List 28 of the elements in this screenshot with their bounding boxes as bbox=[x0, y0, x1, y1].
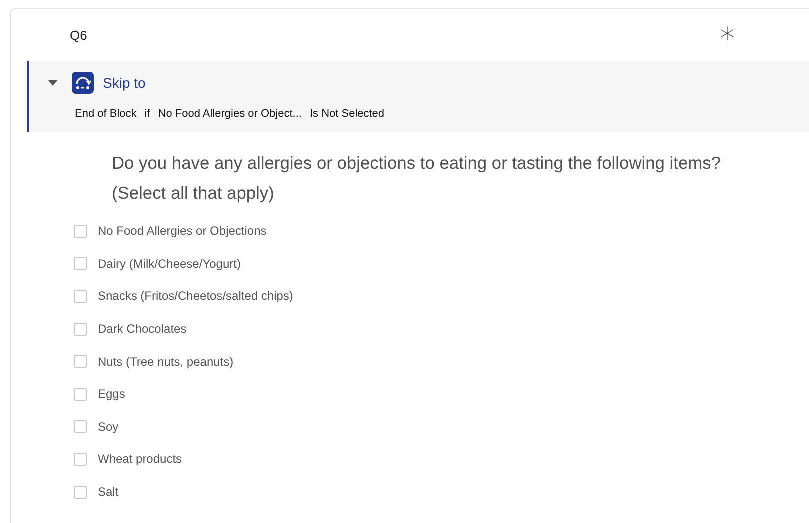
required-mark: * bbox=[720, 25, 735, 55]
choice-label[interactable]: Wheat products bbox=[98, 452, 182, 466]
choice-label[interactable]: Salt bbox=[98, 485, 119, 500]
choice-label[interactable]: Snacks (Fritos/Cheetos/salted chips) bbox=[98, 289, 294, 304]
choice-label[interactable]: No Food Allergies or Objections bbox=[98, 224, 267, 238]
checkbox[interactable] bbox=[74, 452, 87, 466]
choice-label[interactable]: Eggs bbox=[98, 387, 126, 402]
condition-operator[interactable]: Is Not Selected bbox=[310, 108, 385, 120]
condition-choice[interactable]: No Food Allergies or Object... bbox=[158, 108, 302, 120]
checkbox[interactable] bbox=[74, 486, 87, 499]
choice-label[interactable]: Dairy (Milk/Cheese/Yogurt) bbox=[98, 256, 241, 271]
checkbox[interactable] bbox=[74, 355, 87, 368]
question-text: Do you have any allergies or objections to eating or tasting the following items? (Select all that apply) bbox=[112, 152, 722, 205]
checkbox[interactable] bbox=[74, 290, 87, 303]
checkbox[interactable] bbox=[74, 257, 87, 270]
skip-destination[interactable]: End of Block bbox=[75, 108, 137, 120]
checkbox[interactable] bbox=[74, 388, 87, 401]
condition-connector: if bbox=[144, 108, 150, 120]
caret-icon[interactable] bbox=[48, 80, 58, 86]
question-number: Q6 bbox=[70, 28, 88, 42]
choice-label[interactable]: Nuts (Tree nuts, peanuts) bbox=[98, 354, 234, 369]
checkbox[interactable] bbox=[74, 224, 87, 238]
checkbox[interactable] bbox=[74, 420, 87, 434]
skip-to-label[interactable]: Skip to bbox=[103, 75, 146, 91]
checkbox[interactable] bbox=[74, 322, 87, 336]
skip-icon bbox=[72, 72, 94, 94]
choice-label[interactable]: Soy bbox=[98, 420, 119, 434]
choice-label[interactable]: Dark Chocolates bbox=[98, 322, 187, 336]
